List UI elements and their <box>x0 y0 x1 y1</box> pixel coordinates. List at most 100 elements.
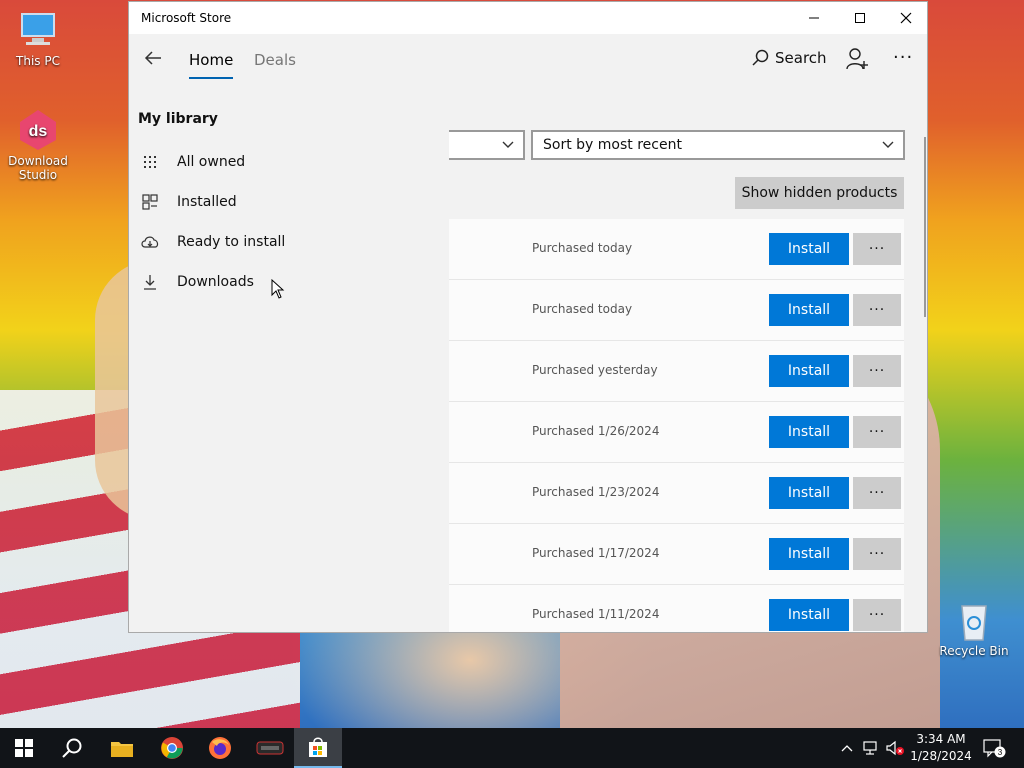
desktop-icon-label: Recycle Bin <box>939 644 1009 658</box>
product-row[interactable]: Purchased 1/11/2024 Install ··· <box>449 585 904 632</box>
notification-count: 3 <box>998 748 1003 757</box>
recycle-bin-icon <box>952 600 996 641</box>
action-center-button[interactable]: 3 <box>980 728 1008 768</box>
mouse-cursor <box>271 278 285 303</box>
notification-icon: 3 <box>983 739 1006 758</box>
desktop-icon-this-pc[interactable]: This PC <box>2 10 74 68</box>
folder-icon <box>111 742 133 757</box>
desktop-icon-label: This PC <box>16 54 60 68</box>
product-row[interactable]: Purchased 1/26/2024 Install ··· <box>449 402 904 463</box>
close-button[interactable] <box>883 2 927 34</box>
product-row[interactable]: Purchased today Install ··· <box>449 280 904 341</box>
product-more-button[interactable]: ··· <box>853 294 901 326</box>
title-bar[interactable]: Microsoft Store <box>129 2 927 34</box>
install-button[interactable]: Install <box>769 599 849 631</box>
add-user-icon <box>846 48 868 70</box>
show-hidden-icons-button[interactable] <box>838 728 856 768</box>
purchase-date: Purchased 1/11/2024 <box>532 607 660 621</box>
product-more-button[interactable]: ··· <box>853 477 901 509</box>
install-button[interactable]: Install <box>769 477 849 509</box>
library-item-ready-to-install[interactable]: Ready to install <box>129 223 449 263</box>
product-more-button[interactable]: ··· <box>853 355 901 387</box>
dark-app-icon <box>256 741 284 755</box>
cloud-download-icon <box>141 233 159 251</box>
tab-home[interactable]: Home <box>189 51 234 79</box>
show-hidden-products-button[interactable]: Show hidden products <box>735 177 904 209</box>
install-button[interactable]: Install <box>769 355 849 387</box>
desktop-icon-recycle-bin[interactable]: Recycle Bin <box>938 600 1010 658</box>
store-bag-icon <box>309 737 327 757</box>
minimize-button[interactable] <box>791 2 837 34</box>
search-icon <box>752 49 769 66</box>
product-row[interactable]: Purchased 1/17/2024 Install ··· <box>449 524 904 585</box>
library-heading: My library <box>138 111 218 127</box>
microsoft-store-taskbar-button[interactable] <box>294 728 342 768</box>
purchase-date: Purchased 1/17/2024 <box>532 546 660 560</box>
product-more-button[interactable]: ··· <box>853 538 901 570</box>
chevron-up-icon <box>841 745 853 752</box>
product-more-button[interactable]: ··· <box>853 416 901 448</box>
install-button[interactable]: Install <box>769 233 849 265</box>
search-label: Search <box>775 49 827 67</box>
chevron-down-icon <box>882 141 894 148</box>
grid-dots-icon <box>141 153 159 171</box>
library-item-all-owned[interactable]: All owned <box>129 143 449 183</box>
search-icon <box>62 738 82 758</box>
close-icon <box>900 12 912 24</box>
library-pane: My library All owned Installed Ready to … <box>129 84 449 632</box>
purchase-date: Purchased today <box>532 241 633 255</box>
volume-muted-icon <box>886 740 904 756</box>
desktop-icon-label: Download Studio <box>8 154 68 182</box>
library-item-installed[interactable]: Installed <box>129 183 449 223</box>
library-item-label: Ready to install <box>177 234 286 250</box>
firefox-icon <box>209 737 231 759</box>
product-more-button[interactable]: ··· <box>853 233 901 265</box>
windows-logo-icon <box>15 739 33 757</box>
store-nav-bar: Home Deals Search ··· <box>129 34 927 84</box>
network-tray-button[interactable] <box>860 728 882 768</box>
product-row[interactable]: Purchased today Install ··· <box>449 219 904 280</box>
product-more-button[interactable]: ··· <box>853 599 901 631</box>
search-taskbar-button[interactable] <box>48 728 96 768</box>
purchase-date: Purchased yesterday <box>532 363 658 377</box>
chrome-taskbar-button[interactable] <box>148 728 196 768</box>
maximize-icon <box>855 13 865 23</box>
product-row[interactable]: Purchased yesterday Install ··· <box>449 341 904 402</box>
tab-deals[interactable]: Deals <box>254 51 296 69</box>
taskbar-clock[interactable]: 3:34 AM 1/28/2024 <box>908 731 974 765</box>
desktop-icon-download-studio[interactable]: ds Download Studio <box>2 110 74 182</box>
purchase-date: Purchased today <box>532 302 633 316</box>
more-options-button[interactable]: ··· <box>893 47 913 68</box>
download-studio-logo-icon: ds <box>16 110 60 150</box>
window-title: Microsoft Store <box>141 11 232 25</box>
firefox-taskbar-button[interactable] <box>196 728 244 768</box>
library-item-label: Installed <box>177 194 237 210</box>
download-arrow-icon <box>141 273 159 291</box>
install-button[interactable]: Install <box>769 294 849 326</box>
chrome-icon <box>161 737 183 759</box>
app-taskbar-button[interactable] <box>246 728 294 768</box>
minimize-icon <box>809 17 819 19</box>
library-item-downloads[interactable]: Downloads <box>129 263 449 303</box>
store-window: Microsoft Store Home Deals Search ··· So… <box>128 1 928 633</box>
install-button[interactable]: Install <box>769 416 849 448</box>
library-item-label: Downloads <box>177 274 254 290</box>
file-explorer-taskbar-button[interactable] <box>98 728 146 768</box>
volume-tray-button[interactable] <box>884 728 906 768</box>
maximize-button[interactable] <box>837 2 883 34</box>
back-button[interactable] <box>141 46 165 70</box>
back-arrow-icon <box>144 51 161 65</box>
svg-text:ds: ds <box>29 123 48 140</box>
computer-icon <box>16 10 60 50</box>
library-item-label: All owned <box>177 154 246 170</box>
start-button[interactable] <box>0 728 48 768</box>
account-button[interactable] <box>845 47 869 71</box>
search-button[interactable]: Search <box>751 49 827 67</box>
scrollbar[interactable] <box>924 137 926 317</box>
installed-grid-icon <box>141 193 159 211</box>
purchase-date: Purchased 1/26/2024 <box>532 424 660 438</box>
install-button[interactable]: Install <box>769 538 849 570</box>
sort-dropdown[interactable]: Sort by most recent <box>531 130 905 160</box>
product-row[interactable]: Purchased 1/23/2024 Install ··· <box>449 463 904 524</box>
sort-dropdown-value: Sort by most recent <box>543 137 682 153</box>
